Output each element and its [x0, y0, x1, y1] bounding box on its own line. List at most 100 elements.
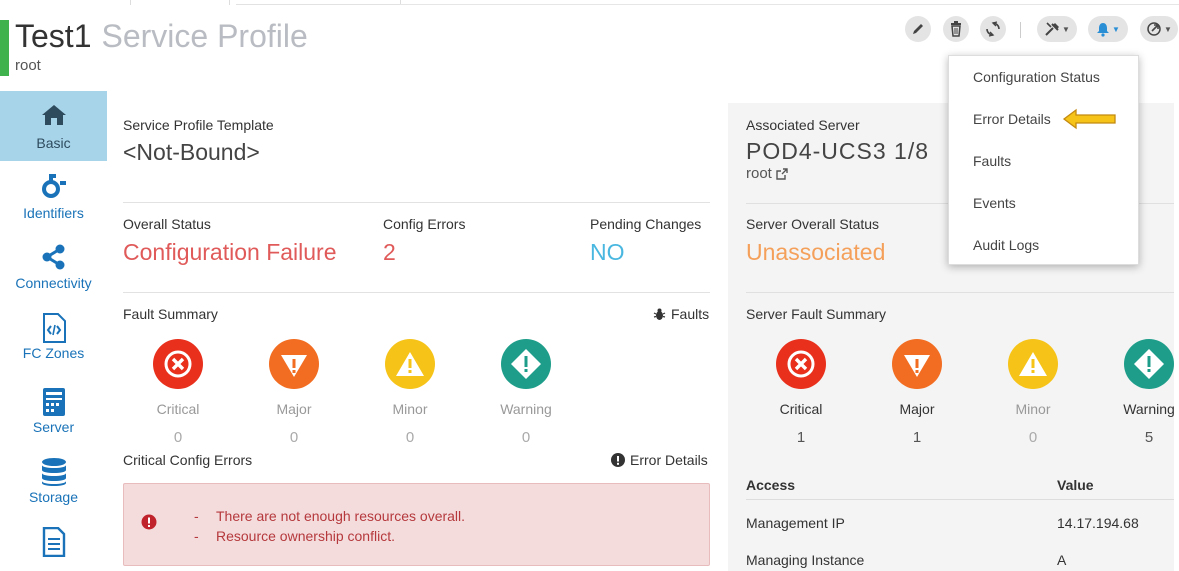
- error-alert-box: - There are not enough resources overall.…: [123, 483, 710, 566]
- server-fault-summary-label: Server Fault Summary: [746, 306, 887, 322]
- error-line-1: - There are not enough resources overall.: [194, 508, 466, 524]
- fault-label-warning: Warning: [1123, 401, 1175, 417]
- table-cell-value: A: [1057, 552, 1067, 568]
- fault-count-warning: 0: [521, 429, 531, 446]
- org-label: root: [15, 57, 41, 74]
- exclamation-circle-icon: [611, 453, 625, 467]
- chevron-down-icon: ▼: [1112, 24, 1120, 34]
- config-errors-value: 2: [383, 239, 396, 265]
- tools-icon: [1045, 22, 1060, 36]
- faults-link-label: Faults: [671, 306, 710, 322]
- sidebar: Basic Identifiers Connectivity FC Zones …: [0, 91, 107, 571]
- critical-fault-icon: [153, 339, 203, 389]
- external-link-icon: [776, 167, 788, 180]
- sidebar-item-connectivity[interactable]: Connectivity: [0, 231, 107, 301]
- trash-icon: [951, 21, 961, 37]
- error-line-2: - Resource ownership conflict.: [194, 528, 395, 544]
- fault-label-major: Major: [899, 401, 935, 417]
- document-icon: [42, 527, 65, 557]
- menu-item-error-details[interactable]: Error Details: [973, 111, 1051, 127]
- sidebar-item-document[interactable]: [0, 515, 107, 571]
- server-overall-status-label: Server Overall Status: [746, 216, 880, 232]
- profile-name: Test1: [15, 18, 92, 54]
- table-header-value: Value: [1057, 477, 1094, 493]
- error-text: Resource ownership conflict.: [216, 528, 395, 544]
- menu-item-configuration-status[interactable]: Configuration Status: [973, 69, 1100, 85]
- refresh-icon: [986, 21, 1000, 37]
- fault-count-major: 1: [912, 429, 922, 446]
- sidebar-item-label: Basic: [36, 135, 71, 151]
- warning-fault-icon: [501, 339, 551, 389]
- sidebar-item-basic[interactable]: Basic: [0, 91, 107, 161]
- template-label: Service Profile Template: [123, 117, 274, 133]
- faults-link[interactable]: Faults: [653, 306, 709, 322]
- share-icon: [42, 244, 64, 270]
- status-dropdown-menu: Configuration Status Error Details Fault…: [948, 55, 1139, 265]
- fault-label-critical: Critical: [156, 401, 200, 417]
- warning-fault-icon: [1124, 339, 1174, 389]
- minor-fault-icon: [385, 339, 435, 389]
- fault-count-warning: 5: [1144, 429, 1154, 446]
- fault-label-warning: Warning: [500, 401, 552, 417]
- edit-button[interactable]: [905, 16, 931, 42]
- pointer-arrow-icon: [1062, 108, 1116, 130]
- page-title: Test1 Service Profile: [15, 18, 308, 55]
- pencil-icon: [913, 24, 923, 34]
- sidebar-item-label: Server: [32, 419, 75, 435]
- tools-menu-button[interactable]: ▼: [1037, 16, 1077, 42]
- tab-left[interactable]: [130, 0, 230, 5]
- fault-count-minor: 0: [1028, 429, 1038, 446]
- profile-kind: Service Profile: [101, 18, 308, 54]
- notifications-menu-button[interactable]: ▼: [1088, 16, 1128, 42]
- menu-item-faults[interactable]: Faults: [973, 153, 1011, 169]
- launch-icon: [1147, 22, 1161, 36]
- identifiers-icon: [41, 174, 66, 198]
- error-icon: [141, 514, 157, 530]
- major-fault-icon: [269, 339, 319, 389]
- associated-server-org[interactable]: root: [746, 165, 788, 182]
- error-text: There are not enough resources overall.: [216, 508, 466, 524]
- sidebar-item-fc-zones[interactable]: FC Zones: [0, 301, 107, 371]
- sidebar-item-label: Identifiers: [23, 205, 84, 221]
- error-details-link-label: Error Details: [630, 452, 708, 468]
- fault-label-major: Major: [276, 401, 312, 417]
- status-accent-bar: [0, 20, 9, 76]
- fault-label-minor: Minor: [1015, 401, 1051, 417]
- code-file-icon: [42, 313, 66, 343]
- critical-fault-icon: [776, 339, 826, 389]
- fault-count-critical: 0: [173, 429, 183, 446]
- launch-menu-button[interactable]: ▼: [1140, 16, 1178, 42]
- menu-item-events[interactable]: Events: [973, 195, 1016, 211]
- sidebar-item-identifiers[interactable]: Identifiers: [0, 161, 107, 231]
- table-cell-access: Managing Instance: [746, 552, 865, 568]
- major-fault-icon: [892, 339, 942, 389]
- sidebar-item-label: FC Zones: [22, 345, 85, 361]
- error-details-link[interactable]: Error Details: [611, 452, 708, 468]
- menu-item-audit-logs[interactable]: Audit Logs: [973, 237, 1039, 253]
- database-icon: [41, 458, 66, 486]
- config-errors-label: Config Errors: [383, 216, 466, 232]
- refresh-button[interactable]: [980, 16, 1006, 42]
- fault-label-minor: Minor: [392, 401, 428, 417]
- fault-summary-label: Fault Summary: [123, 306, 218, 322]
- tab-right[interactable]: [236, 0, 401, 5]
- minor-fault-icon: [1008, 339, 1058, 389]
- bell-icon: [1097, 22, 1110, 37]
- fault-count-minor: 0: [405, 429, 415, 446]
- table-header-access: Access: [746, 477, 796, 493]
- sidebar-item-label: Connectivity: [15, 275, 92, 291]
- sidebar-item-server[interactable]: Server: [0, 375, 107, 445]
- chevron-down-icon: ▼: [1062, 24, 1070, 34]
- delete-button[interactable]: [943, 16, 969, 42]
- overall-status-label: Overall Status: [123, 216, 211, 232]
- pending-changes-value: NO: [590, 239, 625, 265]
- home-icon: [41, 105, 66, 125]
- critical-config-errors-label: Critical Config Errors: [123, 452, 253, 468]
- overall-status-value: Configuration Failure: [123, 239, 337, 265]
- table-cell-value: 14.17.194.68: [1057, 515, 1139, 531]
- tab-strip: [0, 0, 1179, 6]
- server-icon: [42, 388, 65, 416]
- sidebar-item-label: Storage: [28, 489, 79, 505]
- sidebar-item-storage[interactable]: Storage: [0, 445, 107, 515]
- associated-server-value[interactable]: POD4-UCS3 1/8: [746, 138, 929, 165]
